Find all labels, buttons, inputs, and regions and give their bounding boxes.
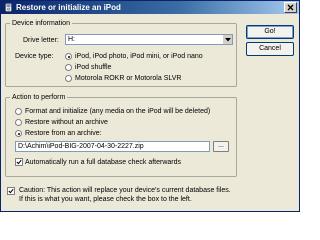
caution-line-2: If this is what you want, please check t… [19, 196, 192, 203]
device-type-option-label: iPod shuffle [75, 64, 112, 71]
checkmark-icon [8, 188, 14, 194]
browse-archive-button[interactable]: ... [213, 141, 229, 152]
radio-button[interactable] [15, 130, 22, 137]
archive-path-input[interactable]: D:\Achim\iPod-BIG-2007-04-30-2227.zip [15, 141, 210, 152]
drive-letter-label: Drive letter: [23, 37, 59, 44]
device-type-option-label: iPod, iPod photo, iPod mini, or iPod nan… [75, 53, 203, 60]
action-option-label: Format and initialize (any media on the … [25, 108, 211, 115]
action-option-label: Restore without an archive [25, 119, 108, 126]
chevron-down-icon [225, 38, 231, 42]
auto-check-checkbox[interactable] [15, 158, 23, 166]
radio-button[interactable] [15, 108, 22, 115]
drive-letter-value: H: [68, 36, 75, 43]
caution-checkbox[interactable] [7, 187, 15, 195]
radio-button[interactable] [65, 64, 72, 71]
cancel-button[interactable]: Cancel [246, 42, 294, 56]
close-button[interactable] [284, 2, 297, 13]
drive-letter-dropdown-button[interactable] [222, 35, 232, 44]
radio-button[interactable] [15, 119, 22, 126]
caution-text: Caution: This action will replace your d… [19, 186, 299, 204]
drive-letter-select[interactable]: H: [65, 34, 233, 45]
checkmark-icon [16, 159, 22, 165]
go-button[interactable]: Go! [246, 25, 294, 39]
archive-path-value: D:\Achim\iPod-BIG-2007-04-30-2227.zip [18, 143, 144, 150]
caution-line-1: Caution: This action will replace your d… [19, 187, 231, 194]
window-title: Restore or initialize an iPod [16, 3, 121, 12]
device-information-legend: Device information [10, 19, 72, 28]
restore-ipod-dialog: Restore or initialize an iPod Device inf… [0, 0, 300, 212]
device-type-label: Device type: [15, 53, 54, 60]
action-to-perform-legend: Action to perform [10, 93, 68, 102]
auto-check-label: Automatically run a full database check … [25, 159, 182, 166]
radio-button[interactable] [65, 53, 72, 60]
close-icon [287, 4, 294, 11]
radio-button[interactable] [65, 75, 72, 82]
action-option-label: Restore from an archive: [25, 130, 102, 137]
title-bar[interactable]: Restore or initialize an iPod [1, 1, 299, 14]
ipod-icon [5, 3, 12, 12]
device-type-option-label: Motorola ROKR or Motorola SLVR [75, 75, 182, 82]
